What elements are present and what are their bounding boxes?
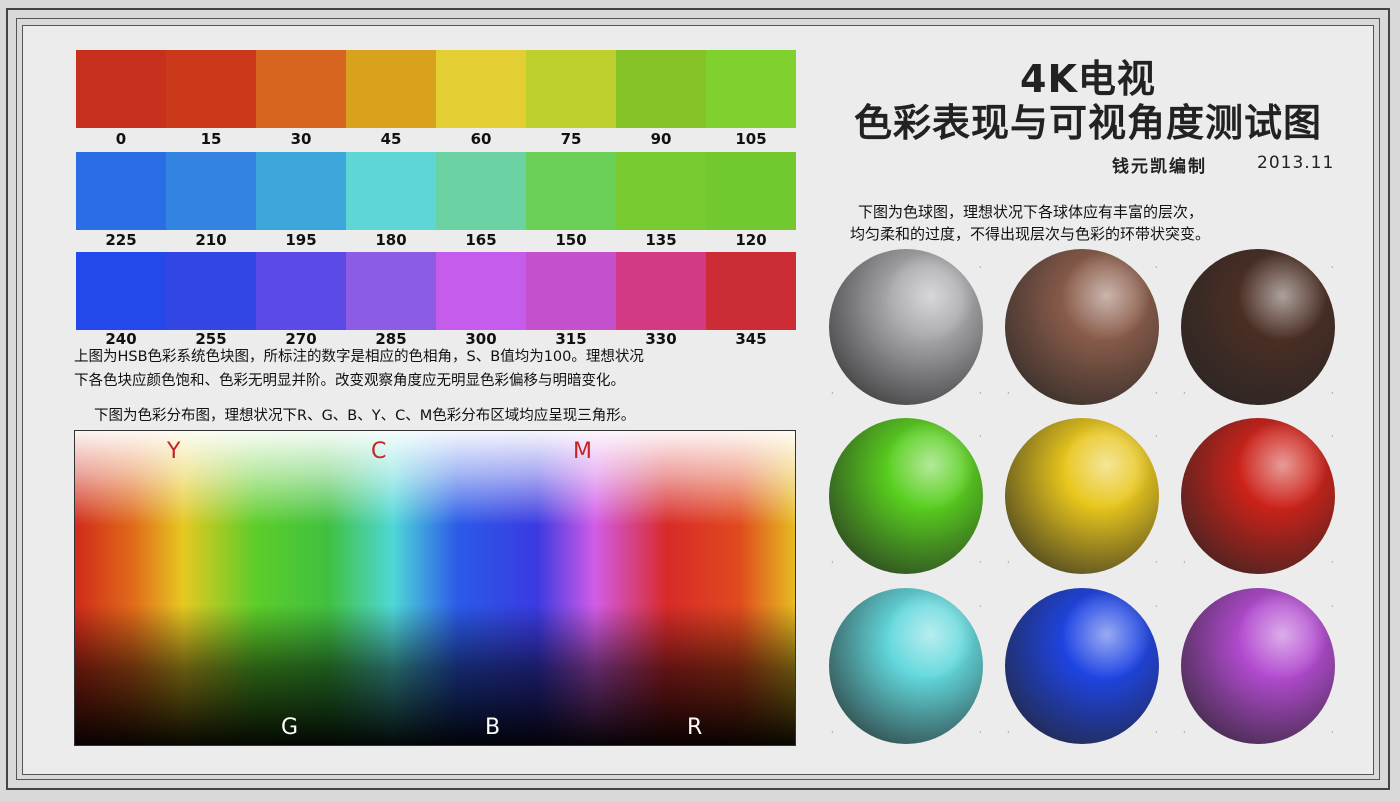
hue-labels-1: 0 15 30 45 60 75 90 105 (76, 130, 796, 148)
sphere-marker: · (831, 389, 834, 398)
hue-label: 105 (735, 130, 767, 148)
sphere-yellow (1005, 418, 1159, 574)
sphere-marker: · (1331, 558, 1334, 567)
hue-swatch-15 (166, 50, 256, 128)
hue-label: 150 (555, 231, 587, 249)
sphere-brown (1005, 249, 1159, 405)
hue-label: 15 (200, 130, 222, 148)
hue-swatch-225 (76, 152, 166, 230)
label-b: B (485, 715, 501, 740)
hue-swatch-195 (256, 152, 346, 230)
hue-label: 120 (735, 231, 767, 249)
author: 钱元凯编制 (1112, 157, 1207, 177)
hue-label: 45 (380, 130, 402, 148)
hue-label: 60 (470, 130, 492, 148)
sphere-marker: · (979, 558, 982, 567)
hue-label: 30 (290, 130, 312, 148)
hue-label: 0 (115, 130, 127, 148)
hue-label: 225 (105, 231, 137, 249)
hue-swatch-315 (526, 252, 616, 330)
sphere-cyan (829, 588, 983, 744)
hue-swatch-330 (616, 252, 706, 330)
label-r: R (687, 715, 703, 740)
label-g: G (281, 715, 299, 740)
sphere-marker: · (1331, 728, 1334, 737)
sphere-marker: · (1007, 728, 1010, 737)
sphere-green (829, 418, 983, 574)
hue-label: 210 (195, 231, 227, 249)
sphere-marker: · (979, 389, 982, 398)
sphere-marker: · (1331, 432, 1334, 441)
hue-swatch-180 (346, 152, 436, 230)
sphere-marker: · (1155, 432, 1158, 441)
hue-swatch-210 (166, 152, 256, 230)
sphere-marker: · (1155, 728, 1158, 737)
hue-label: 75 (560, 130, 582, 148)
sphere-marker: · (979, 432, 982, 441)
sphere-marker: · (1331, 389, 1334, 398)
sphere-marker: · (1155, 558, 1158, 567)
sphere-marker: · (1183, 389, 1186, 398)
hue-label: 90 (650, 130, 672, 148)
hue-swatch-270 (256, 252, 346, 330)
sphere-marker: · (1007, 558, 1010, 567)
hue-swatch-60 (436, 50, 526, 128)
hue-label: 135 (645, 231, 677, 249)
sphere-marker: · (979, 728, 982, 737)
hue-swatch-45 (346, 50, 436, 128)
title-line-2: 色彩表现与可视角度测试图 (853, 101, 1322, 145)
sphere-marker: · (1331, 263, 1334, 272)
hue-label: 180 (375, 231, 407, 249)
sphere-description-line-1: 下图为色球图，理想状况下各球体应有丰富的层次， (858, 203, 1204, 221)
sphere-marker: · (1007, 389, 1010, 398)
sphere-marker: · (979, 263, 982, 272)
sphere-marker: · (1155, 263, 1158, 272)
sphere-gray (829, 249, 983, 405)
sphere-purple (1181, 588, 1335, 744)
date: 2013.11 (1257, 153, 1335, 173)
hue-label: 195 (285, 231, 317, 249)
hue-row-3 (76, 252, 796, 330)
hue-swatch-105 (706, 50, 796, 128)
hue-swatch-150 (526, 152, 616, 230)
hue-row-1 (76, 50, 796, 128)
label-m: M (573, 439, 592, 464)
hue-swatch-30 (256, 50, 346, 128)
distribution-caption: 下图为色彩分布图，理想状况下R、G、B、Y、C、M色彩分布区域均应呈现三角形。 (94, 408, 636, 424)
sphere-marker: · (831, 728, 834, 737)
color-distribution-chart: Y C M G B R (74, 430, 796, 746)
hue-swatch-120 (706, 152, 796, 230)
hue-row-2 (76, 152, 796, 230)
sphere-marker: · (1155, 602, 1158, 611)
sphere-marker: · (1183, 558, 1186, 567)
hsb-description-line-1: 上图为HSB色彩系统色块图，所标注的数字是相应的色相角，S、B值均为100。理想… (74, 349, 644, 365)
hue-swatch-0 (76, 50, 166, 128)
hue-swatch-345 (706, 252, 796, 330)
hue-swatch-255 (166, 252, 256, 330)
hue-label: 345 (735, 330, 767, 348)
hue-swatch-300 (436, 252, 526, 330)
hue-swatch-135 (616, 152, 706, 230)
sphere-marker: · (979, 602, 982, 611)
hue-label: 165 (465, 231, 497, 249)
hue-swatch-75 (526, 50, 616, 128)
sphere-dark-brown (1181, 249, 1335, 405)
sphere-marker: · (831, 558, 834, 567)
sphere-marker: · (1331, 602, 1334, 611)
sphere-description-line-2: 均匀柔和的过度，不得出现层次与色彩的环带状突变。 (850, 225, 1211, 243)
sphere-marker: · (1183, 728, 1186, 737)
sphere-blue (1005, 588, 1159, 744)
label-c: C (371, 439, 387, 464)
hue-swatch-165 (436, 152, 526, 230)
sphere-marker: · (1155, 389, 1158, 398)
distribution-gradient (75, 431, 795, 745)
hue-swatch-240 (76, 252, 166, 330)
hsb-description-line-2: 下各色块应颜色饱和、色彩无明显并阶。改变观察角度应无明显色彩偏移与明暗变化。 (74, 373, 625, 389)
hue-swatch-285 (346, 252, 436, 330)
hue-labels-2: 225 210 195 180 165 150 135 120 (76, 231, 796, 249)
hue-swatch-90 (616, 50, 706, 128)
label-y: Y (167, 439, 181, 464)
sphere-red (1181, 418, 1335, 574)
